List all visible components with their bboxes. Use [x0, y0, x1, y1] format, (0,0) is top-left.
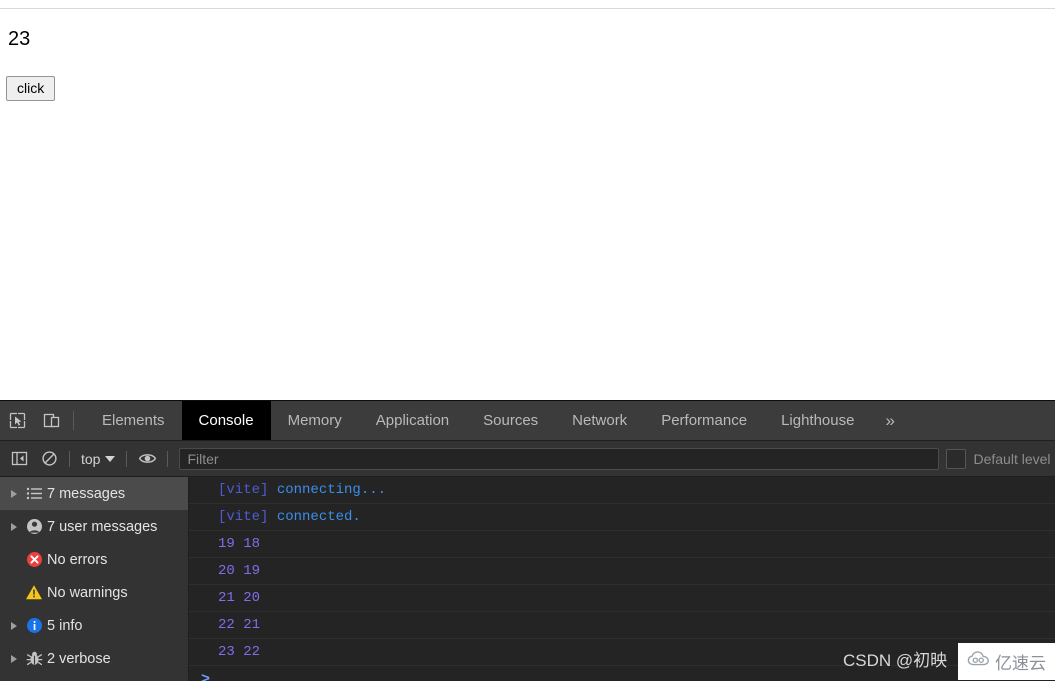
toolbar-divider-2	[126, 451, 127, 467]
sidebar-item-label: No errors	[47, 552, 107, 568]
list-icon	[21, 486, 47, 501]
click-button[interactable]: click	[6, 76, 55, 101]
tab-elements[interactable]: Elements	[85, 401, 182, 440]
toolbar-divider-1	[69, 451, 70, 467]
create-live-expression-icon[interactable]	[132, 445, 162, 473]
cloud-icon	[967, 650, 991, 673]
tabbar-divider	[73, 411, 74, 430]
log-level-swatch	[946, 449, 966, 469]
sidebar-item-label: 5 info	[47, 618, 82, 634]
yisuyun-watermark-badge: 亿速云	[958, 643, 1055, 680]
bug-icon	[21, 650, 47, 667]
console-message-row[interactable]: 19 18	[189, 531, 1055, 558]
warning-icon	[21, 584, 47, 601]
sidebar-item-errors[interactable]: No errors	[0, 543, 188, 576]
console-message-text: connecting...	[268, 482, 386, 498]
tab-console[interactable]: Console	[182, 401, 271, 440]
user-icon	[21, 518, 47, 535]
tab-lighthouse[interactable]: Lighthouse	[764, 401, 871, 440]
inspect-cursor-icon[interactable]	[0, 401, 34, 440]
expand-arrow-icon[interactable]	[6, 523, 21, 531]
console-sidebar: 7 messages 7 user messages	[0, 477, 189, 681]
tab-network[interactable]: Network	[555, 401, 644, 440]
clear-console-icon[interactable]	[34, 445, 64, 473]
sidebar-item-label: 2 verbose	[47, 651, 111, 667]
sidebar-item-verbose[interactable]: 2 verbose	[0, 642, 188, 675]
sidebar-item-label: 7 messages	[47, 486, 125, 502]
sidebar-item-label: 7 user messages	[47, 519, 157, 535]
execution-context-label: top	[81, 451, 100, 467]
tab-performance[interactable]: Performance	[644, 401, 764, 440]
expand-arrow-icon[interactable]	[6, 490, 21, 498]
console-message-text: 22 21	[218, 617, 260, 633]
tab-sources[interactable]: Sources	[466, 401, 555, 440]
log-level-label: Default level	[973, 451, 1050, 467]
info-icon	[21, 617, 47, 634]
sidebar-item-info[interactable]: 5 info	[0, 609, 188, 642]
console-message-row[interactable]: 20 19	[189, 558, 1055, 585]
console-filter-input[interactable]	[179, 448, 939, 470]
yisuyun-watermark-text: 亿速云	[995, 649, 1046, 674]
console-message-row[interactable]: [vite] connecting...	[189, 477, 1055, 504]
console-toolbar: top Default level	[0, 441, 1055, 477]
page-top-divider	[0, 8, 1055, 9]
error-icon	[21, 551, 47, 568]
console-message-text: 23 22	[218, 644, 260, 660]
console-message-text: connected.	[268, 509, 360, 525]
devtools-tablist: Elements Console Memory Application Sour…	[85, 401, 871, 440]
toolbar-divider-3	[167, 451, 168, 467]
console-body: 7 messages 7 user messages	[0, 477, 1055, 681]
more-tabs-icon[interactable]: »	[871, 401, 908, 440]
console-message-row[interactable]: 23 22	[189, 639, 1055, 666]
tab-memory[interactable]: Memory	[271, 401, 359, 440]
sidebar-item-label: No warnings	[47, 585, 128, 601]
console-message-list: [vite] connecting... [vite] connected. 1…	[189, 477, 1055, 681]
expand-arrow-icon[interactable]	[6, 655, 21, 663]
page-viewport: 23 click	[0, 0, 1055, 400]
sidebar-item-messages[interactable]: 7 messages	[0, 477, 188, 510]
execution-context-selector[interactable]: top	[75, 451, 121, 467]
console-message-tag: [vite]	[218, 509, 268, 525]
console-message-row[interactable]: 21 20	[189, 585, 1055, 612]
console-prompt[interactable]: >	[189, 666, 1055, 681]
sidebar-item-user-messages[interactable]: 7 user messages	[0, 510, 188, 543]
devtools-panel: Elements Console Memory Application Sour…	[0, 400, 1055, 680]
log-level-selector[interactable]: Default level	[946, 449, 1050, 469]
console-message-row[interactable]: [vite] connected.	[189, 504, 1055, 531]
expand-arrow-icon[interactable]	[6, 622, 21, 630]
device-toolbar-icon[interactable]	[34, 401, 68, 440]
console-message-text: 21 20	[218, 590, 260, 606]
chevron-down-icon	[105, 456, 115, 462]
sidebar-item-warnings[interactable]: No warnings	[0, 576, 188, 609]
console-message-row[interactable]: 22 21	[189, 612, 1055, 639]
console-message-text: 20 19	[218, 563, 260, 579]
console-message-text: 19 18	[218, 536, 260, 552]
tab-application[interactable]: Application	[359, 401, 466, 440]
console-message-tag: [vite]	[218, 482, 268, 498]
show-console-sidebar-icon[interactable]	[4, 445, 34, 473]
counter-value: 23	[8, 26, 30, 52]
devtools-tabbar: Elements Console Memory Application Sour…	[0, 401, 1055, 441]
